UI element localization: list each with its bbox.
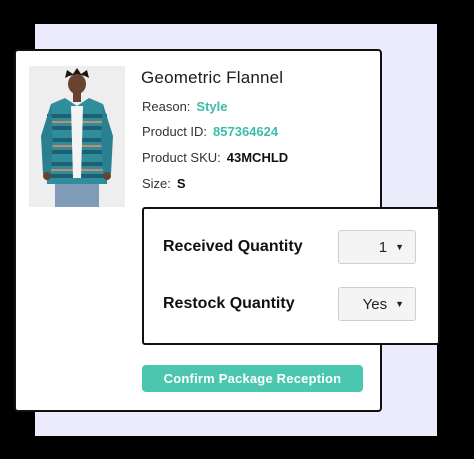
reason-value: Style bbox=[196, 99, 228, 114]
quantity-panel bbox=[142, 207, 440, 345]
product-id-value: 857364624 bbox=[213, 124, 279, 139]
received-quantity-select[interactable]: 1 ▼ bbox=[338, 230, 416, 264]
model-illustration bbox=[29, 66, 125, 207]
restock-quantity-value: Yes bbox=[362, 295, 388, 313]
chevron-down-icon: ▼ bbox=[395, 299, 404, 309]
product-id-row: Product ID: 857364624 bbox=[142, 124, 278, 139]
product-image bbox=[29, 66, 125, 207]
received-quantity-label: Received Quantity bbox=[163, 238, 303, 255]
chevron-down-icon: ▼ bbox=[395, 242, 404, 252]
reason-row: Reason: Style bbox=[142, 99, 228, 114]
product-title: Geometric Flannel bbox=[141, 68, 284, 87]
product-sku-value: 43MCHLD bbox=[226, 150, 289, 165]
size-label: Size: bbox=[142, 176, 171, 191]
size-row: Size: S bbox=[142, 176, 186, 191]
reason-label: Reason: bbox=[142, 99, 191, 114]
received-quantity-value: 1 bbox=[378, 238, 388, 256]
restock-quantity-select[interactable]: Yes ▼ bbox=[338, 287, 416, 321]
restock-quantity-label: Restock Quantity bbox=[163, 295, 295, 312]
size-value: S bbox=[176, 176, 186, 191]
product-id-label: Product ID: bbox=[142, 124, 208, 139]
product-sku-row: Product SKU: 43MCHLD bbox=[142, 150, 288, 165]
product-sku-label: Product SKU: bbox=[142, 150, 221, 165]
confirm-package-reception-button[interactable]: Confirm Package Reception bbox=[142, 365, 363, 392]
